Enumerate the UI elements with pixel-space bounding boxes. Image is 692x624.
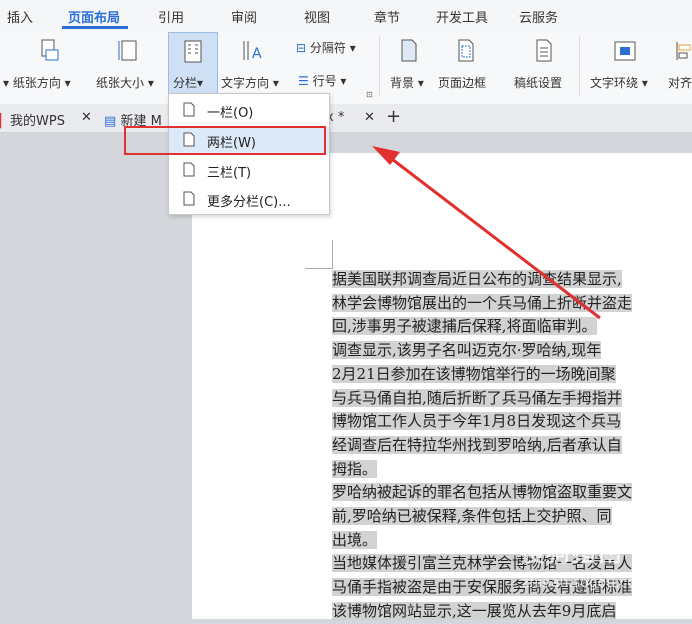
watermark-text: 搜狗指南 (520, 539, 624, 567)
watermark-url: zhinan.sogou.com (522, 575, 650, 591)
annotation-arrow-icon (372, 146, 601, 320)
